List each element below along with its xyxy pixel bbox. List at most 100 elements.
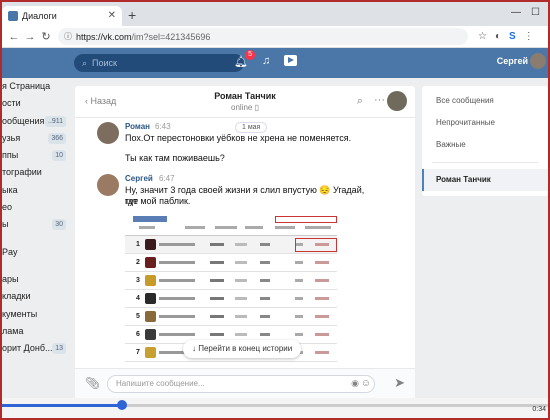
camera-icon[interactable]: ◉ [351, 378, 359, 389]
table-cell [235, 279, 247, 282]
sidebar-item[interactable]: ыка [2, 182, 68, 199]
sidebar-item[interactable]: ообщения ..911 [2, 113, 68, 130]
dialog-search-icon[interactable]: ⌕ [357, 95, 363, 108]
table-cell [260, 279, 270, 282]
close-tab-icon[interactable]: ✕ [108, 10, 116, 21]
sidebar-item[interactable]: ппы 10 [2, 147, 68, 164]
community-icon [145, 347, 156, 358]
smile-icon[interactable]: ☺ [361, 378, 371, 389]
sidebar-item-count: 10 [52, 150, 66, 162]
sidebar-item[interactable]: узья 366 [2, 130, 68, 147]
jump-to-end-button[interactable]: ↓ Перейти в конец истории [183, 340, 302, 358]
sidebar-item-label: ости [2, 98, 21, 109]
header-icons: 🔔︎ 5 ♫ [234, 50, 298, 68]
sidebar-item-label: узья [2, 132, 21, 143]
highlight-box [295, 238, 337, 252]
forward-arrow-icon[interactable]: → [22, 31, 38, 43]
vk-favicon-icon [8, 11, 18, 21]
message-time: 6:43 [155, 122, 171, 131]
star-icon[interactable]: ☆ [478, 31, 487, 42]
table-cell [260, 261, 270, 264]
sidebar-item-label: кументы [2, 308, 38, 319]
header-cell [139, 226, 155, 229]
sidebar-item-label: тографии [2, 167, 42, 178]
video-time: 0:34 [532, 406, 546, 413]
back-arrow-icon[interactable]: ← [6, 31, 22, 43]
play-icon[interactable] [284, 55, 298, 66]
table-cell [210, 279, 224, 282]
message-author[interactable]: Роман [125, 122, 150, 131]
header-cell [215, 226, 237, 229]
header-avatar[interactable] [530, 53, 546, 69]
header-user-name[interactable]: Сергей [497, 56, 528, 66]
more-icon[interactable]: ··· [374, 94, 385, 106]
author-avatar[interactable] [97, 174, 119, 196]
search-input[interactable]: ⌕ Поиск [74, 54, 244, 72]
maximize-icon[interactable]: ☐ [531, 7, 540, 18]
sidebar-item-label: ары [2, 273, 19, 284]
dialog-header: ‹ Назад Роман Танчик online ▯ ⌕ ··· [75, 86, 415, 118]
table-cell [235, 297, 247, 300]
active-chat-item[interactable]: Роман Танчик [422, 169, 548, 191]
table-cell [210, 261, 224, 264]
url-field[interactable]: ⓘ https://vk.com /im?sel=421345696 [58, 28, 468, 45]
sidebar-item-label: кладки [2, 291, 31, 302]
table-cell [315, 279, 329, 282]
sidebar-item[interactable]: Pay [2, 244, 68, 261]
bell-icon[interactable]: 🔔︎ 5 [234, 50, 255, 68]
composer: 📎︎ Напишите сообщение... ◉ ☺ ➤ [75, 368, 415, 398]
new-tab-icon[interactable]: + [128, 7, 136, 23]
message-text: Ты как там поживаешь? [125, 153, 225, 163]
sidebar-item[interactable]: орит Донб... 13 [2, 340, 68, 357]
rank-cell: 7 [136, 349, 140, 356]
send-icon[interactable]: ➤ [394, 375, 405, 391]
browser-tab-bar: Диалоги ✕ + — ☐ [2, 2, 548, 26]
message-text: Пох.От перестоновки уёбков не хрена не п… [125, 133, 352, 143]
filter-item[interactable]: Непрочитанные [422, 112, 548, 134]
community-icon [145, 329, 156, 340]
browser-tab[interactable]: Диалоги ✕ [2, 6, 122, 26]
address-bar: ← → ↻ ⓘ https://vk.com /im?sel=421345696… [2, 26, 548, 48]
sidebar-item[interactable]: ео [2, 199, 68, 216]
minimize-icon[interactable]: — [511, 7, 521, 18]
filter-item[interactable]: Все сообщения [422, 90, 548, 112]
sidebar-item[interactable]: тографии [2, 164, 68, 181]
sidebar-item[interactable]: кументы [2, 306, 68, 323]
rank-cell: 4 [136, 295, 140, 302]
sidebar-item[interactable]: я Страница [2, 78, 68, 95]
extension-icon[interactable]: ◐ [495, 31, 501, 42]
community-icon [145, 257, 156, 268]
reload-icon[interactable]: ↻ [38, 30, 54, 43]
progress-knob[interactable] [117, 400, 128, 410]
table-cell [235, 261, 247, 264]
progress-track[interactable] [2, 400, 548, 410]
table-cell [260, 297, 270, 300]
contact-avatar[interactable] [387, 91, 407, 111]
header-cell [185, 226, 205, 229]
message-author[interactable]: Сергей [125, 174, 153, 183]
search-placeholder: Поиск [92, 58, 117, 68]
sidebar-item[interactable]: кладки [2, 288, 68, 305]
message-input[interactable]: Напишите сообщение... [107, 375, 375, 393]
nav-gap [2, 234, 68, 244]
rank-cell: 6 [136, 331, 140, 338]
status-text: online [231, 103, 253, 112]
filter-item[interactable]: Важные [422, 134, 548, 156]
skype-extension-icon[interactable]: S [509, 31, 516, 42]
sidebar-item[interactable]: лама [2, 323, 68, 340]
sidebar-item-count: 30 [52, 219, 66, 231]
header-cell [245, 226, 263, 229]
sidebar-item[interactable]: ости [2, 95, 68, 112]
table-cell [260, 333, 270, 336]
menu-icon[interactable]: ⋮ [524, 31, 534, 42]
author-avatar[interactable] [97, 122, 119, 144]
table-cell [159, 315, 195, 318]
url-path: /im?sel=421345696 [131, 31, 211, 42]
sidebar-item[interactable]: ары [2, 271, 68, 288]
attach-icon[interactable]: 📎︎ [85, 376, 100, 390]
contact-name[interactable]: Роман Танчик [75, 91, 415, 101]
music-note-icon[interactable]: ♫ [262, 55, 270, 68]
video-progress-bar[interactable]: 0:34 [2, 398, 548, 418]
notification-badge: 5 [245, 50, 255, 60]
sidebar-item[interactable]: ы 30 [2, 216, 68, 233]
